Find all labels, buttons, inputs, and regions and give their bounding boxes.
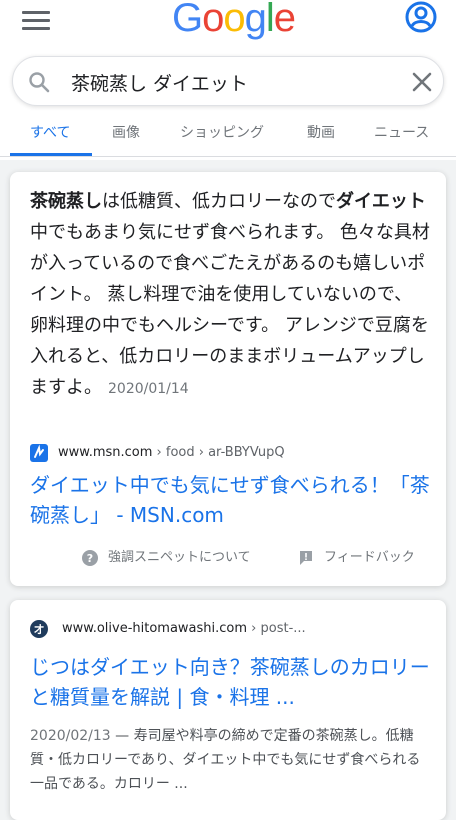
google-logo[interactable]: Google: [172, 0, 296, 41]
search-tabs: すべて 画像 ショッピング 動画 ニュース: [0, 112, 456, 156]
snippet-text-part: 中でもあまり気にせず食べられます。 色々な具材が入っているので食べごたえがあるの…: [30, 222, 430, 398]
search-result-card: オ www.olive-hitomawashi.com › post-... じ…: [10, 600, 446, 820]
source-path: › post-...: [247, 621, 306, 636]
about-label: 強調スニペットについて: [108, 550, 251, 565]
tab-videos[interactable]: 動画: [307, 122, 335, 142]
source-url: www.msn.com › food › ar-BBYVupQ: [58, 445, 285, 460]
tab-news[interactable]: ニュース: [374, 122, 429, 142]
result-source[interactable]: www.msn.com › food › ar-BBYVupQ: [30, 444, 430, 464]
tab-shopping[interactable]: ショッピング: [180, 122, 264, 142]
hamburger-menu-icon[interactable]: [22, 8, 50, 30]
feedback-label: フィードバック: [324, 550, 415, 565]
snippet-footer: ? 強調スニペットについて フィードバック: [10, 546, 446, 570]
logo-letter: G: [172, 0, 203, 40]
feedback-icon: [300, 550, 312, 565]
result-source[interactable]: オ www.olive-hitomawashi.com › post-...: [30, 620, 430, 640]
tab-images[interactable]: 画像: [112, 122, 140, 142]
logo-letter: o: [202, 0, 224, 40]
source-domain: www.msn.com: [58, 445, 153, 460]
close-icon[interactable]: [411, 71, 433, 93]
search-box: [12, 56, 444, 106]
source-url: www.olive-hitomawashi.com › post-...: [62, 621, 306, 636]
svg-text:オ: オ: [34, 623, 45, 636]
snippet-date: 2020/01/14: [108, 381, 189, 397]
header: Google すべて 画像 ショッピング 動画 ニュース: [0, 0, 456, 160]
logo-letter: g: [244, 0, 267, 40]
header-divider: [0, 156, 456, 157]
tab-all[interactable]: すべて: [30, 122, 70, 142]
logo-letter: e: [273, 0, 296, 40]
msn-favicon-icon: [30, 444, 48, 462]
search-icon[interactable]: [27, 70, 51, 94]
snippet-bold-query: ダイエット: [336, 191, 426, 212]
account-circle-icon[interactable]: [404, 0, 438, 34]
about-featured-snippets-link[interactable]: ? 強調スニペットについて: [82, 546, 251, 566]
search-input[interactable]: [71, 68, 391, 96]
snippet-bold-query: 茶碗蒸し: [30, 191, 102, 212]
result-date: 2020/02/13: [30, 728, 111, 744]
snippet-text: 茶碗蒸しは低糖質、低カロリーなのでダイエット中でもあまり気にせず食べられます。 …: [30, 186, 430, 405]
help-icon: ?: [82, 549, 98, 566]
result-title-link[interactable]: ダイエット中でも気にせず食べられる！「茶碗蒸し」 - MSN.com: [30, 470, 430, 530]
logo-letter: o: [223, 0, 245, 40]
result-title-link[interactable]: じつはダイエット向き？茶碗蒸しのカロリーと糖質量を解説 | 食・料理 ...: [30, 652, 430, 712]
source-domain: www.olive-hitomawashi.com: [62, 621, 248, 636]
snippet-text-part: は低糖質、低カロリーなので: [102, 191, 336, 212]
source-path: › food › ar-BBYVupQ: [152, 445, 285, 460]
olive-favicon-icon: オ: [30, 620, 48, 638]
result-description: 2020/02/13 — 寿司屋や料亭の締めで定番の茶碗蒸し。低糖質・低カロリー…: [30, 724, 430, 796]
svg-text:?: ?: [87, 552, 93, 565]
logo-letter: l: [265, 0, 275, 40]
featured-snippet-card: 茶碗蒸しは低糖質、低カロリーなのでダイエット中でもあまり気にせず食べられます。 …: [10, 172, 446, 586]
feedback-link[interactable]: フィードバック: [298, 546, 415, 566]
